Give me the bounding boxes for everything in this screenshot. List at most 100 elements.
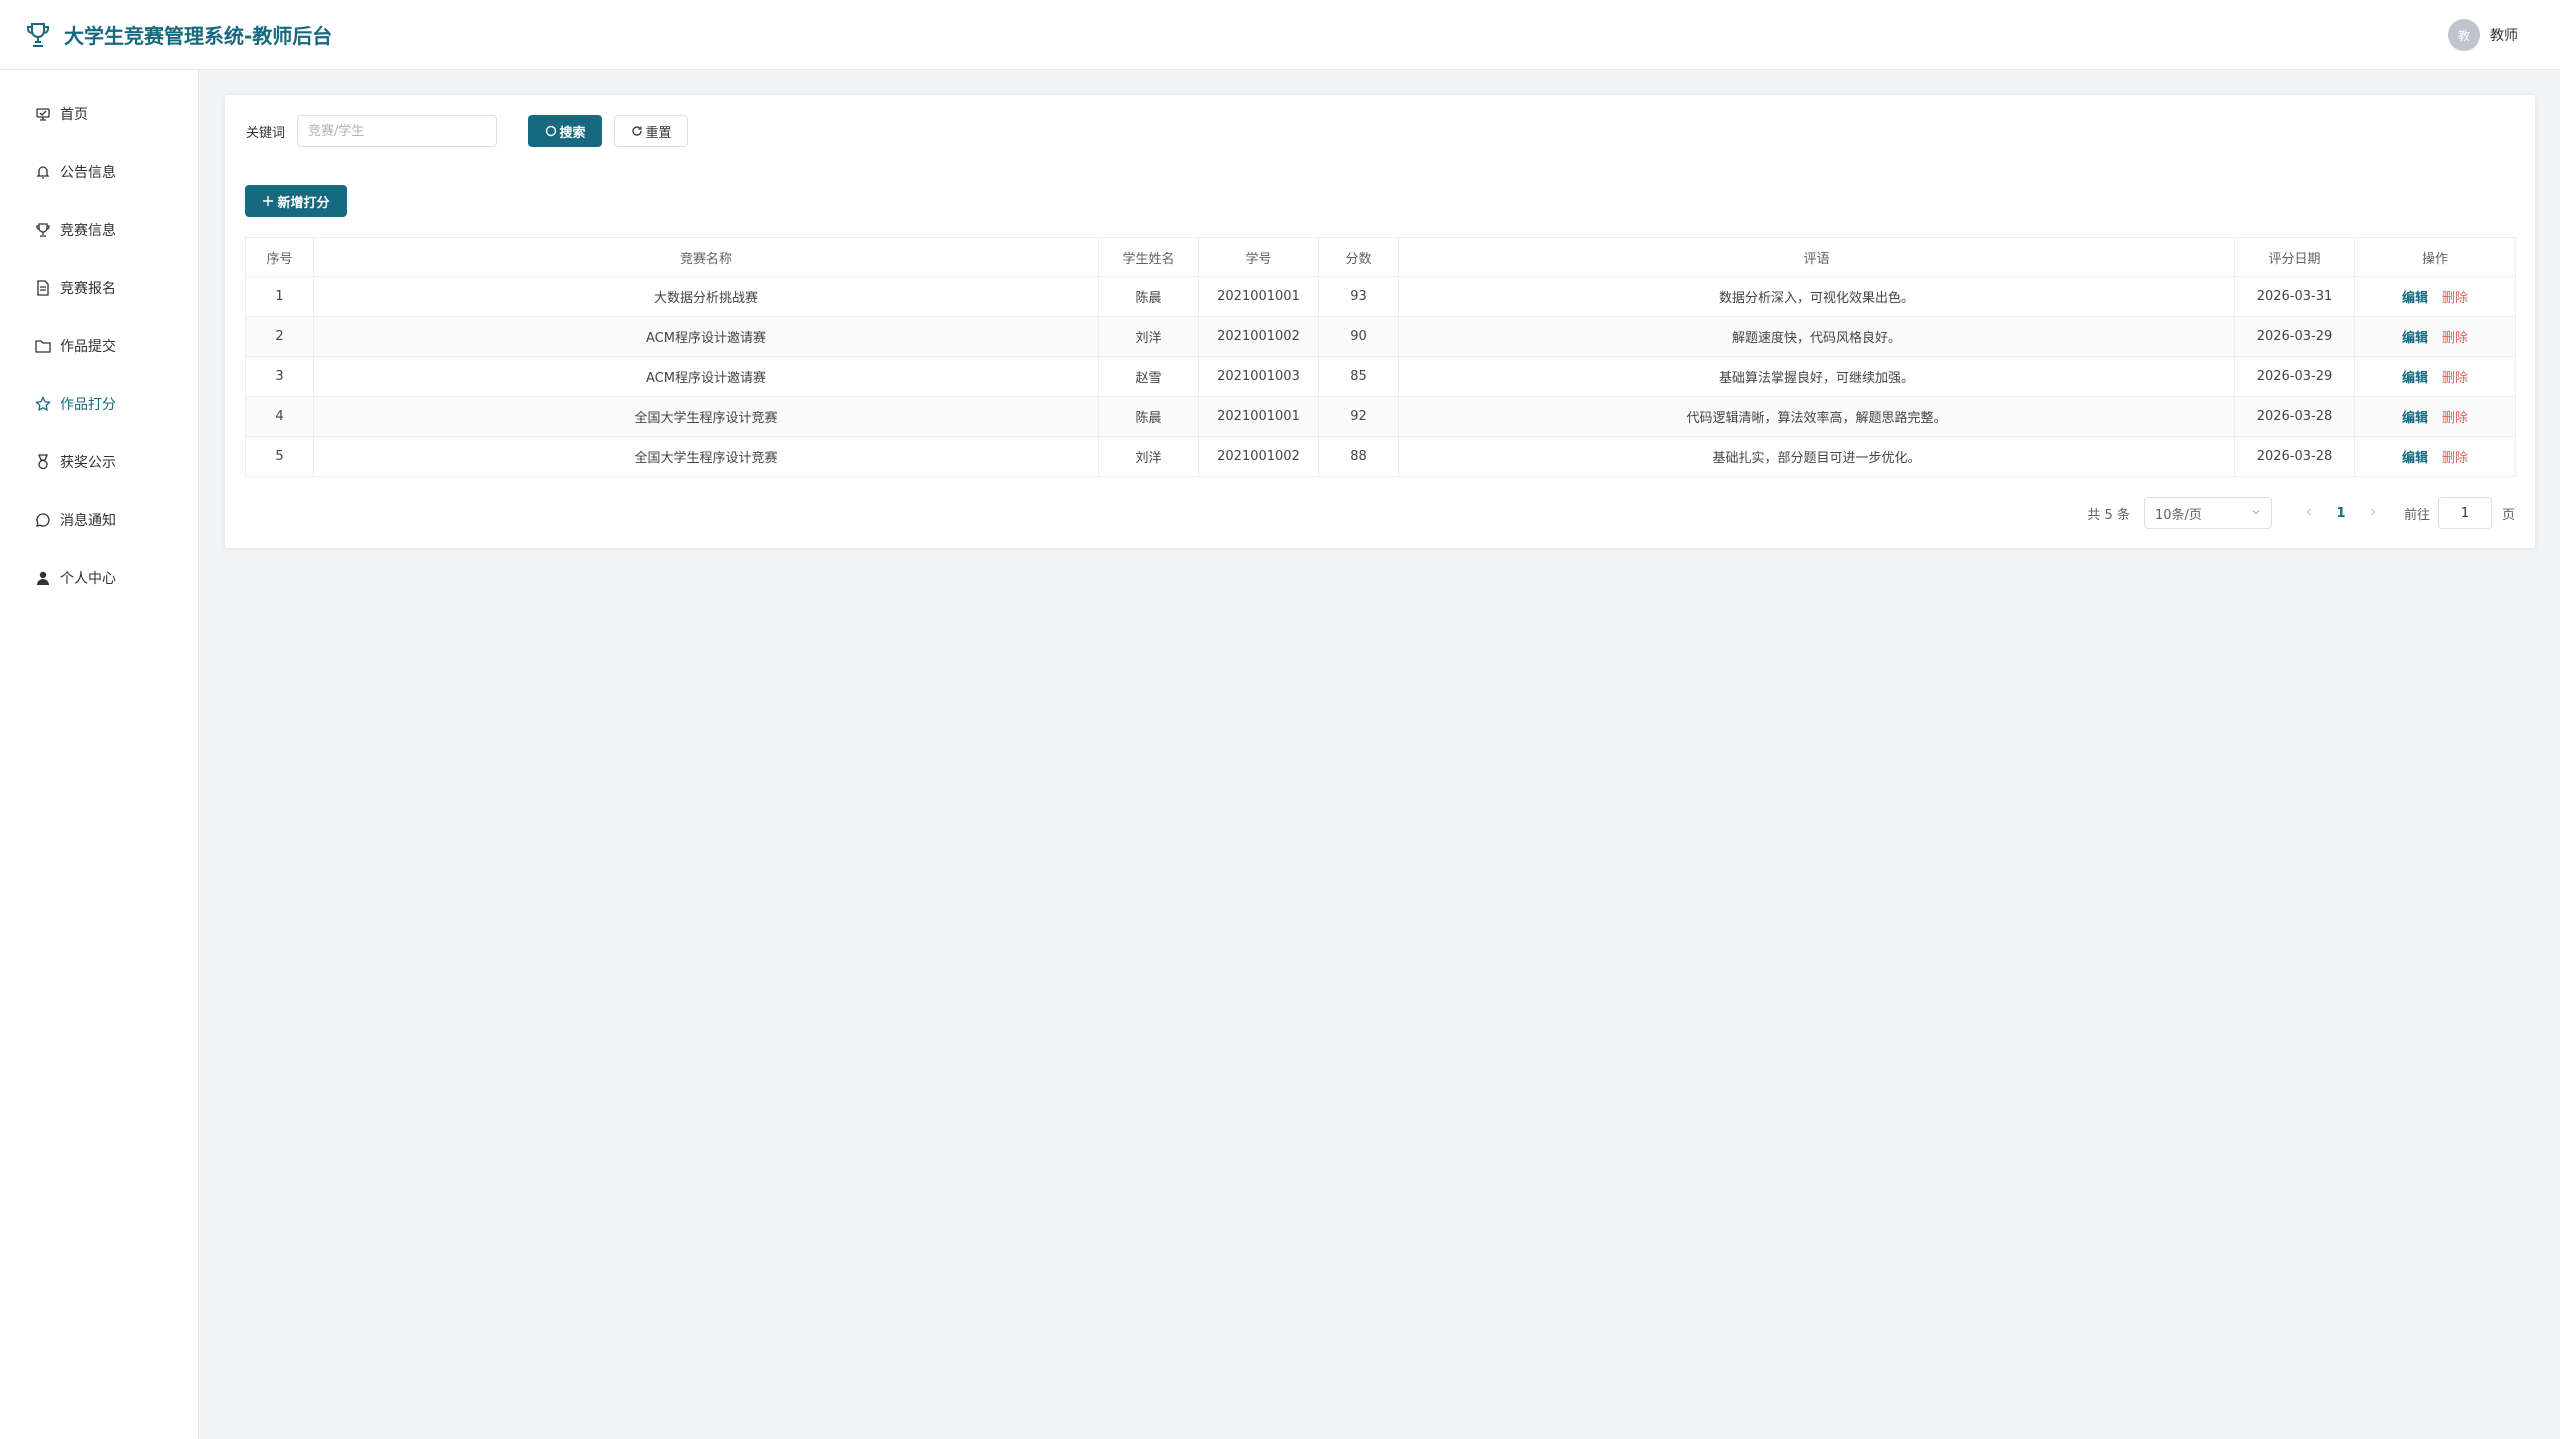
sidebar-item-label: 首页 — [60, 107, 88, 123]
page-number-current[interactable]: 1 — [2324, 506, 2358, 521]
keyword-input[interactable] — [297, 115, 498, 147]
cell-student: 刘洋 — [1098, 436, 1199, 477]
column-header: 学生姓名 — [1098, 237, 1199, 277]
user-icon — [34, 569, 52, 587]
user-name[interactable]: 教师 — [2490, 25, 2518, 45]
search-bar: 关键词 搜索 重置 — [246, 115, 689, 147]
table-row: 4 全国大学生程序设计竞赛 陈晨 2021001001 92 代码逻辑清晰，算法… — [245, 396, 2516, 437]
sidebar-item-label: 消息通知 — [60, 513, 116, 529]
top-header: 大学生竞赛管理系统-教师后台 教 教师 — [0, 0, 2560, 70]
cell-comment: 基础扎实，部分题目可进一步优化。 — [1398, 436, 2235, 477]
cell-student: 赵雪 — [1098, 356, 1199, 397]
column-header: 序号 — [245, 237, 314, 277]
cell-score: 85 — [1318, 356, 1399, 397]
user-menu[interactable]: 教 教师 — [2448, 19, 2518, 51]
sidebar-item-awards[interactable]: 获奖公示 — [0, 433, 198, 491]
reset-button-label: 重置 — [645, 125, 672, 141]
sidebar-item-label: 公告信息 — [60, 165, 116, 181]
sidebar: 首页 公告信息 竞赛信息 竞赛报名 作品提交 作品打分 获奖公示 消息通知 个人… — [0, 70, 199, 1439]
cell-date: 2026-03-28 — [2234, 396, 2355, 437]
chevron-down-icon — [2251, 506, 2261, 521]
edit-link[interactable]: 编辑 — [2402, 291, 2428, 306]
scores-table: 序号 竞赛名称 学生姓名 学号 分数 评语 评分日期 操作 1 大数据分析挑战赛… — [245, 237, 2516, 477]
sidebar-item-profile[interactable]: 个人中心 — [0, 549, 198, 607]
delete-link[interactable]: 删除 — [2442, 451, 2468, 466]
refresh-icon — [631, 125, 643, 137]
sidebar-item-announcements[interactable]: 公告信息 — [0, 143, 198, 201]
cell-score: 92 — [1318, 396, 1399, 437]
chevron-left-icon — [2306, 508, 2311, 515]
cell-date: 2026-03-31 — [2234, 276, 2355, 317]
avatar[interactable]: 教 — [2448, 19, 2480, 51]
cell-student: 陈晨 — [1098, 276, 1199, 317]
edit-link[interactable]: 编辑 — [2402, 331, 2428, 346]
cell-date: 2026-03-29 — [2234, 316, 2355, 357]
sidebar-item-label: 作品打分 — [60, 397, 116, 413]
goto-page-input[interactable] — [2437, 497, 2492, 529]
cell-date: 2026-03-29 — [2234, 356, 2355, 397]
table-row: 3 ACM程序设计邀请赛 赵雪 2021001003 85 基础算法掌握良好，可… — [245, 356, 2516, 397]
table-row: 5 全国大学生程序设计竞赛 刘洋 2021001002 88 基础扎实，部分题目… — [245, 436, 2516, 477]
cell-actions: 编辑 删除 — [2354, 436, 2516, 477]
plus-icon — [262, 195, 274, 207]
prev-page-button[interactable] — [2294, 506, 2324, 521]
add-score-label: 新增打分 — [277, 195, 330, 211]
column-header: 学号 — [1198, 237, 1319, 277]
pagination: 共 5 条 10条/页 1 前往 页 — [2087, 497, 2515, 529]
folder-icon — [34, 337, 52, 355]
delete-link[interactable]: 删除 — [2442, 291, 2468, 306]
medal-icon — [34, 453, 52, 471]
sidebar-item-submissions[interactable]: 作品提交 — [0, 317, 198, 375]
cell-index: 5 — [245, 436, 314, 477]
column-header: 竞赛名称 — [313, 237, 1099, 277]
goto-label: 前往 — [2403, 507, 2430, 523]
cell-actions: 编辑 删除 — [2354, 316, 2516, 357]
cell-competition: 全国大学生程序设计竞赛 — [313, 436, 1099, 477]
sidebar-item-scoring[interactable]: 作品打分 — [0, 375, 198, 433]
next-page-button[interactable] — [2358, 506, 2388, 521]
cell-index: 3 — [245, 356, 314, 397]
edit-link[interactable]: 编辑 — [2402, 371, 2428, 386]
cell-date: 2026-03-28 — [2234, 436, 2355, 477]
document-icon — [34, 279, 52, 297]
cell-competition: ACM程序设计邀请赛 — [313, 316, 1099, 357]
cell-comment: 数据分析深入，可视化效果出色。 — [1398, 276, 2235, 317]
cell-actions: 编辑 删除 — [2354, 276, 2516, 317]
sidebar-item-home[interactable]: 首页 — [0, 85, 198, 143]
column-header: 操作 — [2354, 237, 2516, 277]
pagination-total: 共 5 条 — [2087, 507, 2130, 523]
cell-index: 4 — [245, 396, 314, 437]
home-icon — [34, 105, 52, 123]
search-button-label: 搜索 — [559, 125, 586, 141]
delete-link[interactable]: 删除 — [2442, 331, 2468, 346]
page-size-select[interactable]: 10条/页 — [2143, 497, 2272, 529]
cell-comment: 代码逻辑清晰，算法效率高，解题思路完整。 — [1398, 396, 2235, 437]
column-header: 分数 — [1318, 237, 1399, 277]
column-header: 评分日期 — [2234, 237, 2355, 277]
cell-student-no: 2021001003 — [1198, 356, 1319, 397]
search-button[interactable]: 搜索 — [528, 115, 603, 147]
cell-student-no: 2021001002 — [1198, 316, 1319, 357]
reset-button[interactable]: 重置 — [614, 115, 689, 147]
add-score-button[interactable]: 新增打分 — [245, 185, 347, 217]
keyword-label: 关键词 — [246, 125, 286, 141]
cell-score: 90 — [1318, 316, 1399, 357]
cell-score: 88 — [1318, 436, 1399, 477]
sidebar-item-messages[interactable]: 消息通知 — [0, 491, 198, 549]
cell-student: 陈晨 — [1098, 396, 1199, 437]
sidebar-item-registration[interactable]: 竞赛报名 — [0, 259, 198, 317]
column-header: 评语 — [1398, 237, 2235, 277]
delete-link[interactable]: 删除 — [2442, 411, 2468, 426]
sidebar-item-label: 竞赛信息 — [60, 223, 116, 239]
cell-actions: 编辑 删除 — [2354, 396, 2516, 437]
scoring-card: 关键词 搜索 重置 新增打分 序号 竞赛名称 — [224, 94, 2536, 549]
cell-index: 2 — [245, 316, 314, 357]
table-row: 1 大数据分析挑战赛 陈晨 2021001001 93 数据分析深入，可视化效果… — [245, 276, 2516, 317]
trophy-logo-icon — [26, 21, 50, 49]
sidebar-item-competitions[interactable]: 竞赛信息 — [0, 201, 198, 259]
edit-link[interactable]: 编辑 — [2402, 411, 2428, 426]
edit-link[interactable]: 编辑 — [2402, 451, 2428, 466]
cell-index: 1 — [245, 276, 314, 317]
cell-competition: ACM程序设计邀请赛 — [313, 356, 1099, 397]
delete-link[interactable]: 删除 — [2442, 371, 2468, 386]
